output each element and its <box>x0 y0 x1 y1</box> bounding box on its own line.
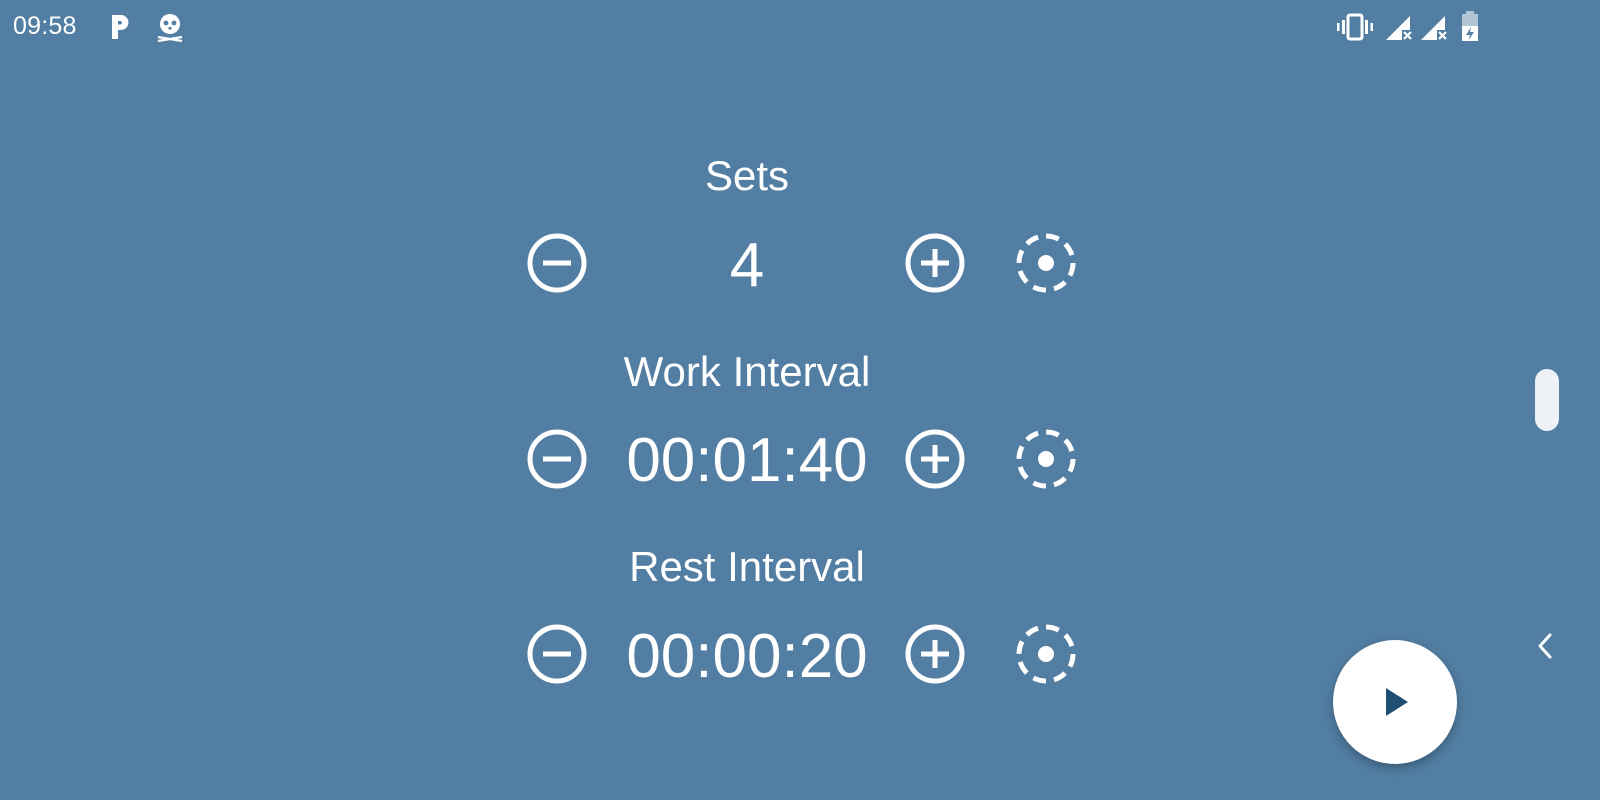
work-interval-preset-button[interactable] <box>1014 427 1078 491</box>
work-interval-value: 00:01:40 <box>626 426 868 495</box>
sets-decrease-button[interactable] <box>525 231 589 295</box>
rest-interval-preset-button[interactable] <box>1014 622 1078 686</box>
play-icon <box>1386 688 1408 716</box>
parking-icon <box>112 15 129 39</box>
start-timer-button[interactable] <box>1333 640 1457 764</box>
sets-label: Sets <box>704 152 790 199</box>
scroll-handle[interactable] <box>1535 369 1559 431</box>
status-time: 09:58 <box>13 12 77 40</box>
work-interval-decrease-button[interactable] <box>525 427 589 491</box>
rest-interval-label: Rest Interval <box>629 543 865 590</box>
work-interval-label: Work Interval <box>623 348 871 395</box>
chevron-left-icon[interactable] <box>1534 631 1556 661</box>
signal-no-service-icon <box>1421 16 1447 40</box>
sets-increase-button[interactable] <box>903 231 967 295</box>
pirate-skull-icon <box>157 14 183 43</box>
signal-no-service-icon <box>1386 16 1412 40</box>
rest-interval-increase-button[interactable] <box>903 622 967 686</box>
sets-preset-button[interactable] <box>1014 231 1078 295</box>
battery-charging-icon <box>1462 11 1478 41</box>
rest-interval-decrease-button[interactable] <box>525 622 589 686</box>
vibrate-icon <box>1337 13 1373 41</box>
work-interval-increase-button[interactable] <box>903 427 967 491</box>
status-bar: 09:58 <box>0 0 1600 54</box>
rest-interval-value: 00:00:20 <box>626 622 868 691</box>
sets-value: 4 <box>729 231 765 300</box>
